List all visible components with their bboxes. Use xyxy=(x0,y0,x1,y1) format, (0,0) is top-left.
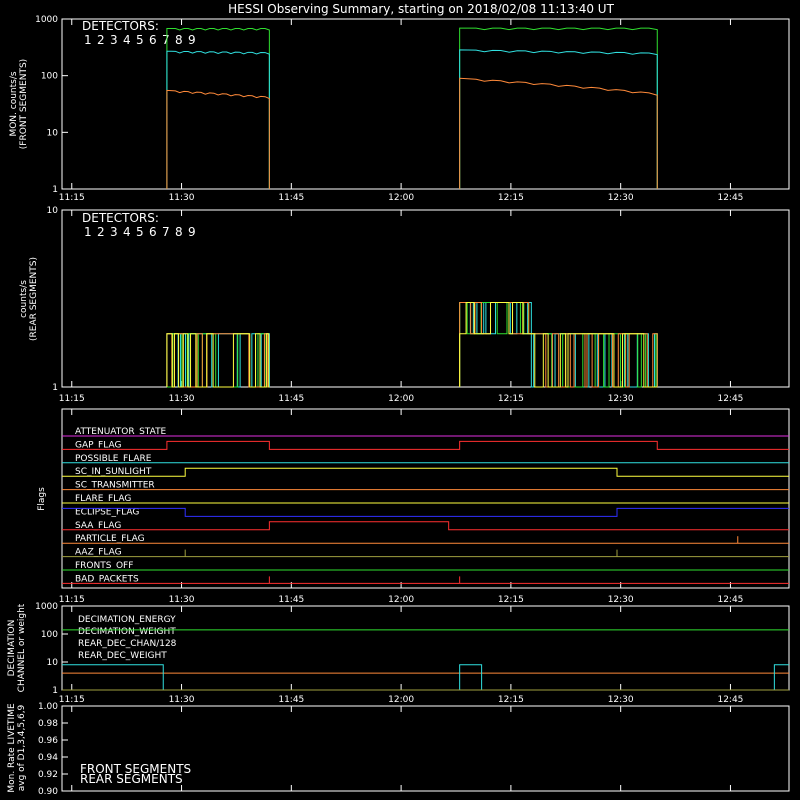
y-tick-label: 0.90 xyxy=(38,787,58,797)
detector-number: 2 xyxy=(97,225,105,239)
x-tick-label: 12:30 xyxy=(608,394,634,404)
x-tick-label: 11:45 xyxy=(278,193,304,203)
x-tick-label: 11:15 xyxy=(59,193,85,203)
rear-ylabel-1: counts/s xyxy=(19,280,29,318)
y-tick-label: 10 xyxy=(47,206,59,216)
front-ylabel-2: (FRONT SEGMENTS) xyxy=(19,59,29,149)
decimation-ylabel-2: CHANNEL or weight xyxy=(17,603,27,692)
front-series-line xyxy=(459,77,658,189)
y-tick-label: 10 xyxy=(47,128,59,138)
front-series-line xyxy=(166,50,270,189)
y-tick-label: 1 xyxy=(52,185,58,195)
chart-marks: 11:15 11:15 11:15 11:15 11:30 11:30 11:30 11:30… xyxy=(35,15,789,797)
hessi-summary-chart: HESSI Observing Summary, starting on 201… xyxy=(7,2,790,797)
rear-detector-legend: 123456789 xyxy=(84,225,196,239)
x-tick-label: 11:45 xyxy=(278,695,304,705)
flag-line xyxy=(62,440,789,450)
x-tick-label: 11:15 xyxy=(59,595,85,605)
x-tick-label: 12:45 xyxy=(717,394,743,404)
x-tick-label: 11:15 xyxy=(59,394,85,404)
detector-number: 2 xyxy=(97,33,105,47)
x-tick-label: 11:30 xyxy=(169,394,195,404)
x-tick-label: 12:00 xyxy=(388,394,414,404)
y-tick-label: 10 xyxy=(47,658,59,668)
rear-ylabel-2: (REAR SEGMENTS) xyxy=(29,257,39,341)
livetime-legend-label: REAR SEGMENTS xyxy=(80,772,183,786)
front-detectors-label: DETECTORS: xyxy=(82,19,159,33)
decimation-legend-label: DECIMATION_WEIGHT xyxy=(78,627,176,637)
y-tick-label: 1000 xyxy=(35,602,58,612)
x-tick-label: 12:15 xyxy=(498,394,524,404)
x-tick-label: 12:30 xyxy=(608,695,634,705)
flag-line xyxy=(62,521,789,531)
detector-number: 9 xyxy=(188,225,196,239)
front-detector-legend: 123456789 xyxy=(84,33,196,47)
x-tick-label: 11:30 xyxy=(169,695,195,705)
flag-line xyxy=(62,467,789,477)
flag-line xyxy=(62,507,789,517)
front-series-line xyxy=(459,49,658,189)
y-tick-label: 1 xyxy=(52,383,58,393)
x-tick-label: 12:30 xyxy=(608,193,634,203)
detector-number: 1 xyxy=(84,225,92,239)
y-tick-label: 1 xyxy=(52,686,58,696)
y-tick-label: 100 xyxy=(41,630,58,640)
front-panel-frame xyxy=(61,18,790,190)
detector-number: 9 xyxy=(188,33,196,47)
livetime-ylabel-2: avg of D1,3,4,5,6,9 xyxy=(17,704,27,791)
x-tick-label: 11:45 xyxy=(278,595,304,605)
x-tick-label: 12:00 xyxy=(388,595,414,605)
y-tick-label: 0.96 xyxy=(38,736,58,746)
detector-number: 4 xyxy=(123,33,131,47)
y-tick-label: 0.98 xyxy=(38,719,58,729)
decimation-legend-label: REAR_DEC_WEIGHT xyxy=(78,651,167,661)
detector-number: 5 xyxy=(136,225,144,239)
decimation-legend-label: DECIMATION_ENERGY xyxy=(78,615,176,625)
detector-number: 7 xyxy=(162,225,170,239)
decimation-legend-label: REAR_DEC_CHAN/128 xyxy=(78,639,177,649)
decimation-ylabel-1: DECIMATION xyxy=(7,620,17,677)
x-tick-label: 12:00 xyxy=(388,695,414,705)
x-tick-label: 11:30 xyxy=(169,193,195,203)
flags-ylabel: Flags xyxy=(37,487,47,511)
y-tick-label: 1.00 xyxy=(38,702,58,712)
detector-number: 5 xyxy=(136,33,144,47)
y-tick-label: 0.94 xyxy=(38,753,58,763)
x-tick-label: 12:15 xyxy=(498,695,524,705)
detector-number: 6 xyxy=(149,33,157,47)
x-tick-label: 12:00 xyxy=(388,193,414,203)
x-tick-label: 12:45 xyxy=(717,595,743,605)
x-tick-label: 12:45 xyxy=(717,193,743,203)
detector-number: 8 xyxy=(175,225,183,239)
front-series-line xyxy=(166,89,270,189)
x-tick-label: 12:15 xyxy=(498,193,524,203)
detector-number: 8 xyxy=(175,33,183,47)
detector-number: 3 xyxy=(110,33,118,47)
y-tick-label: 0.92 xyxy=(38,770,58,780)
chart-title: HESSI Observing Summary, starting on 201… xyxy=(228,2,614,16)
front-ylabel-1: MON. counts/s xyxy=(9,71,19,136)
x-tick-label: 11:15 xyxy=(59,695,85,705)
detector-number: 6 xyxy=(149,225,157,239)
detector-number: 3 xyxy=(110,225,118,239)
front-series-line xyxy=(459,27,658,189)
flag-label: ECLIPSE_FLAG xyxy=(75,507,139,517)
rear-detectors-label: DETECTORS: xyxy=(82,211,159,225)
x-tick-label: 12:15 xyxy=(498,595,524,605)
x-tick-label: 11:45 xyxy=(278,394,304,404)
livetime-ylabel-1: Mon. Rate LIVETIME xyxy=(7,703,17,793)
y-tick-label: 100 xyxy=(41,72,58,82)
detector-number: 4 xyxy=(123,225,131,239)
y-tick-label: 1000 xyxy=(35,15,58,25)
detector-number: 7 xyxy=(162,33,170,47)
detector-number: 1 xyxy=(84,33,92,47)
decimation-series-line xyxy=(62,664,789,691)
x-tick-label: 12:45 xyxy=(717,695,743,705)
x-tick-label: 12:30 xyxy=(608,595,634,605)
x-tick-label: 11:30 xyxy=(169,595,195,605)
rear-panel-frame xyxy=(61,209,790,388)
